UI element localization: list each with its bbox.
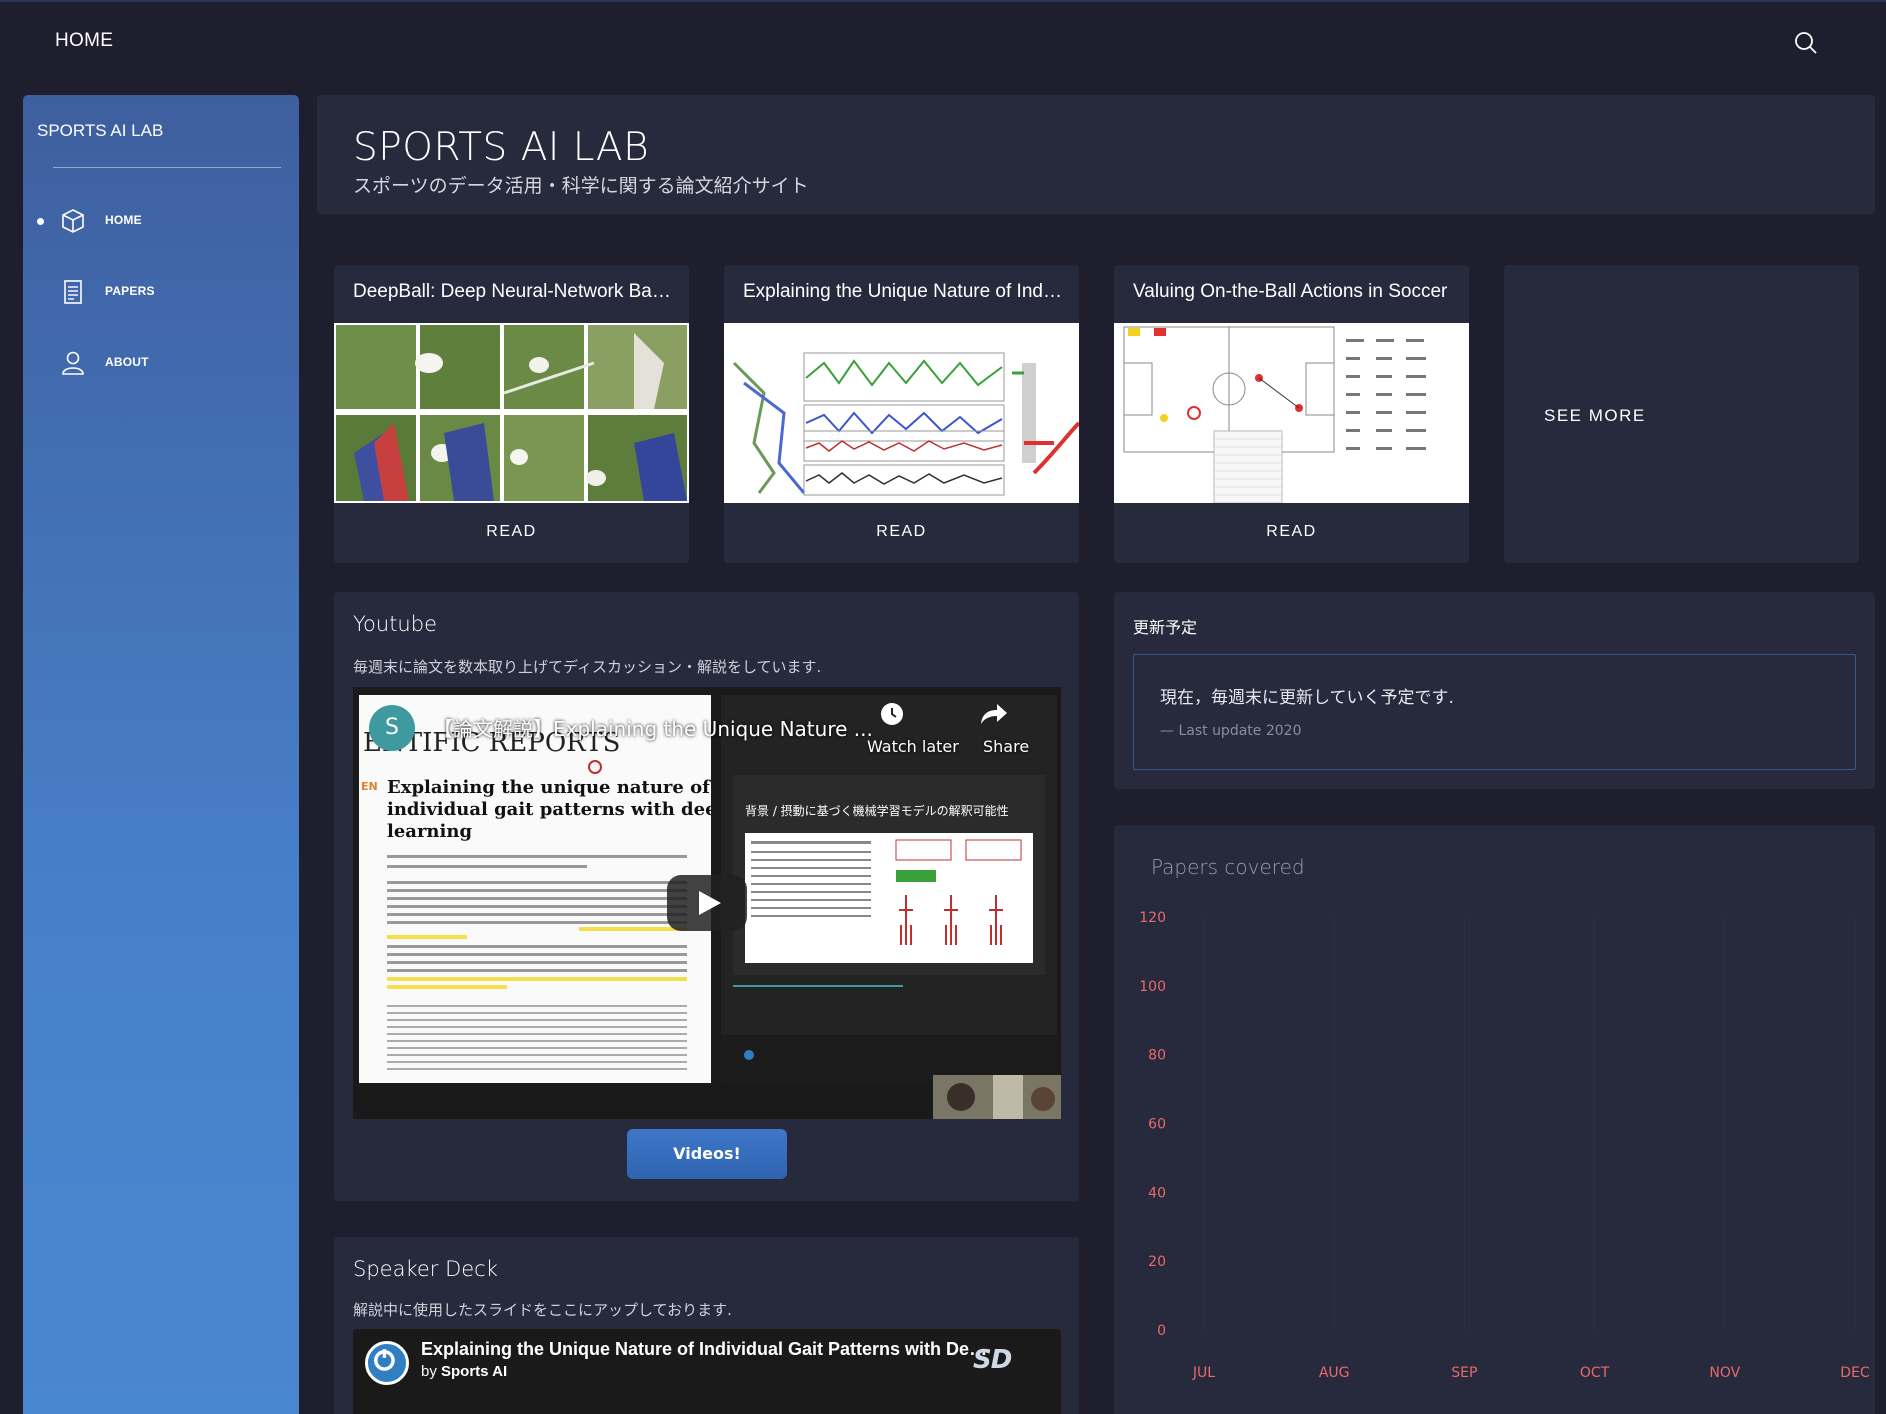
youtube-description: 毎週末に論文を数本取り上げてディスカッション・解説をしています. xyxy=(353,658,822,676)
speaker-deck-heading: Speaker Deck xyxy=(353,1257,498,1281)
page-header-card: SPORTS AI LAB スポーツのデータ活用・科学に関する論文紹介サイト xyxy=(317,95,1875,214)
y-tick-label: 100 xyxy=(1139,979,1166,995)
page-title: SPORTS AI LAB xyxy=(353,125,650,170)
speaker-deck-description: 解説中に使用したスライドをここにアップしております. xyxy=(353,1301,732,1319)
x-tick-label: JUL xyxy=(1192,1365,1215,1381)
navbar-brand-link[interactable]: HOME xyxy=(55,30,113,52)
top-navbar: HOME xyxy=(0,0,1886,80)
play-button[interactable] xyxy=(667,875,747,931)
webcam-thumbnail xyxy=(933,1075,1061,1119)
paper-title[interactable]: DeepBall: Deep Neural-Network Ball Detec… xyxy=(353,281,673,303)
sidebar-item-home[interactable]: HOME xyxy=(23,199,299,243)
sidebar-item-papers[interactable]: PAPERS xyxy=(23,270,299,314)
paper-thumbnail xyxy=(334,323,689,503)
speaker-deck-title[interactable]: Explaining the Unique Nature of Individu… xyxy=(421,1339,991,1360)
paper-card: DeepBall: Deep Neural-Network Ball Detec… xyxy=(334,265,689,563)
speaker-deck-embed[interactable]: Explaining the Unique Nature of Individu… xyxy=(353,1329,1061,1414)
update-quote-text: 現在，毎週末に更新していく予定です. xyxy=(1160,688,1454,708)
paper-title[interactable]: Explaining the Unique Nature of Individu… xyxy=(743,281,1063,303)
y-tick-label: 80 xyxy=(1148,1048,1166,1064)
see-more-card[interactable]: SEE MORE xyxy=(1504,265,1859,563)
speaker-deck-logo-icon[interactable] xyxy=(365,1341,409,1385)
by-prefix: by xyxy=(421,1363,437,1380)
paper-title[interactable]: Valuing On-the-Ball Actions in Soccer xyxy=(1133,281,1453,303)
author-name[interactable]: Sports AI xyxy=(441,1363,507,1380)
video-paper-preview: Explaining the unique nature of individu… xyxy=(359,695,729,1083)
svg-text:learning: learning xyxy=(387,821,472,842)
paper-card: Explaining the Unique Nature of Individu… xyxy=(724,265,1079,563)
channel-avatar[interactable]: S xyxy=(369,705,415,751)
videos-button[interactable]: Videos! xyxy=(627,1129,787,1179)
paper-thumbnail xyxy=(1114,323,1469,503)
speaker-deck-card: Speaker Deck 解説中に使用したスライドをここにアップしております. … xyxy=(334,1237,1079,1414)
y-tick-label: 20 xyxy=(1148,1254,1166,1270)
x-tick-label: AUG xyxy=(1319,1365,1350,1381)
svg-text:EN: EN xyxy=(361,780,378,793)
document-icon xyxy=(64,280,82,304)
update-schedule-card: 更新予定 現在，毎週末に更新していく予定です. — Last update 20… xyxy=(1114,592,1875,789)
read-button[interactable]: READ xyxy=(334,523,689,541)
video-title[interactable]: 【論文解説】Explaining the Unique Nature ... xyxy=(433,713,873,742)
user-icon xyxy=(62,351,84,375)
clock-icon[interactable] xyxy=(879,701,905,727)
speaker-deck-mark[interactable]: SD xyxy=(973,1345,1051,1375)
youtube-heading: Youtube xyxy=(353,612,437,636)
svg-text:individual gait patterns with: individual gait patterns with deep xyxy=(387,799,711,820)
see-more-link[interactable]: SEE MORE xyxy=(1544,406,1646,426)
svg-text:Explaining the unique nature o: Explaining the unique nature of xyxy=(387,777,711,798)
sidebar-divider xyxy=(53,167,281,168)
read-button[interactable]: READ xyxy=(724,523,1079,541)
update-meta: — Last update 2020 xyxy=(1160,723,1302,739)
active-indicator xyxy=(37,218,44,225)
sidebar-logo[interactable]: SPORTS AI LAB xyxy=(37,121,163,141)
search-icon[interactable] xyxy=(1793,30,1819,56)
speaker-deck-author: by Sports AI xyxy=(421,1363,507,1380)
sidebar: SPORTS AI LAB HOME PAPERS ABOUT xyxy=(23,95,299,1414)
page-subtitle: スポーツのデータ活用・科学に関する論文紹介サイト xyxy=(353,175,809,197)
sidebar-item-about[interactable]: ABOUT xyxy=(23,341,299,385)
read-button[interactable]: READ xyxy=(1114,523,1469,541)
youtube-card: Youtube 毎週末に論文を数本取り上げてディスカッション・解説をしています.… xyxy=(334,592,1079,1201)
y-tick-label: 0 xyxy=(1157,1323,1166,1339)
x-tick-label: NOV xyxy=(1709,1365,1740,1381)
paper-thumbnail xyxy=(724,323,1079,503)
y-tick-label: 60 xyxy=(1148,1117,1166,1133)
x-tick-label: OCT xyxy=(1580,1365,1610,1381)
sidebar-item-label: ABOUT xyxy=(105,355,149,369)
share-icon[interactable] xyxy=(979,701,1009,727)
x-tick-label: SEP xyxy=(1451,1365,1477,1381)
papers-chart: JUL AUG SEP OCT NOV DEC 120 100 80 60 40 20 0 xyxy=(1139,910,1870,1381)
x-tick-label: DEC xyxy=(1840,1365,1870,1381)
watch-later-button[interactable]: Watch later xyxy=(867,737,959,756)
sidebar-item-label: HOME xyxy=(105,213,142,227)
update-heading: 更新予定 xyxy=(1133,618,1198,637)
paper-card: Valuing On-the-Ball Actions in Soccer RE… xyxy=(1114,265,1469,563)
slide-heading-text: 背景 / 摂動に基づく機械学習モデルの解釈可能性 xyxy=(745,803,1009,818)
update-quote: 現在，毎週末に更新していく予定です. — Last update 2020 xyxy=(1133,654,1856,770)
y-tick-label: 40 xyxy=(1148,1185,1166,1201)
papers-chart-card: Papers covered JUL AUG SEP OCT NOV DEC 120 100 8… xyxy=(1114,825,1875,1414)
y-tick-label: 120 xyxy=(1139,910,1166,926)
share-button[interactable]: Share xyxy=(983,737,1029,756)
sidebar-item-label: PAPERS xyxy=(105,284,155,298)
youtube-embed[interactable]: Explaining the unique nature of individu… xyxy=(353,687,1061,1119)
cube-icon xyxy=(62,209,84,233)
